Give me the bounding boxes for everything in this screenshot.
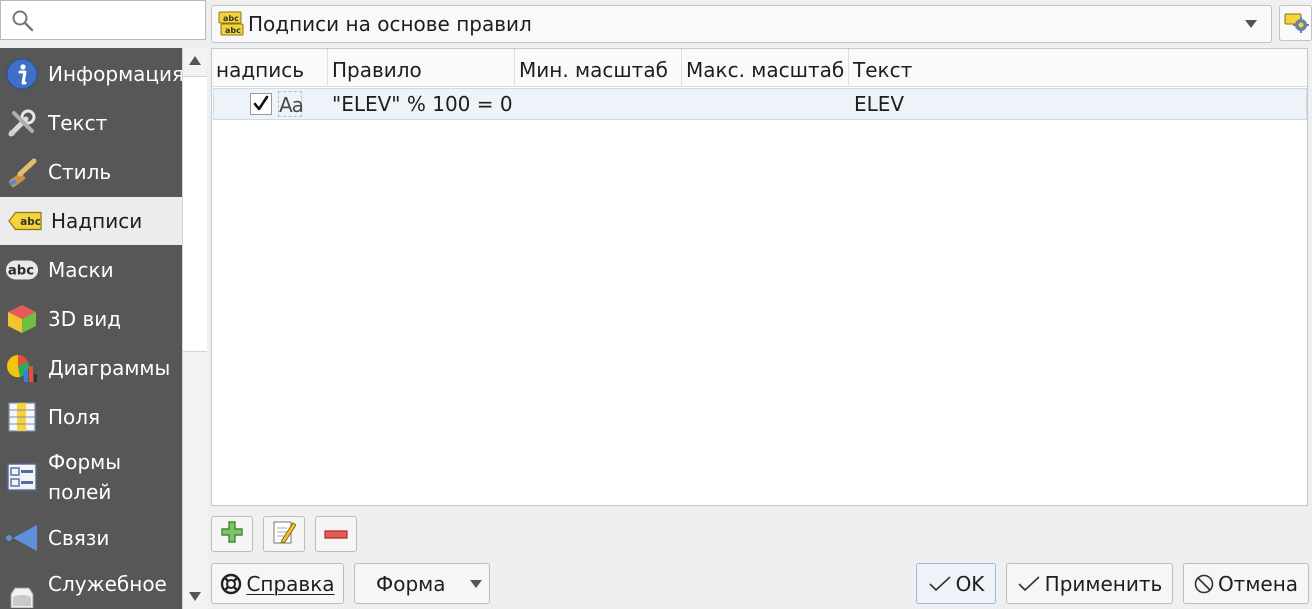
style-menu-combo[interactable]: Форма	[354, 563, 490, 604]
edit-rule-button[interactable]	[263, 516, 305, 552]
sidebar-scrollbar[interactable]	[182, 48, 207, 609]
column-header-label[interactable]: надпись	[212, 49, 328, 87]
apply-button[interactable]: Применить	[1006, 563, 1173, 604]
column-header-min-scale[interactable]: Мин. масштаб	[515, 49, 682, 87]
sidebar-item-label: Диаграммы	[48, 356, 171, 380]
label-preview: Aa	[278, 91, 304, 117]
sidebar: Информация Текст Стиль abc Надписи abc М…	[0, 48, 182, 609]
sidebar-item-label: Связи	[48, 526, 110, 550]
column-header-max-scale[interactable]: Макс. масштаб	[682, 49, 849, 87]
labeling-mode-value: Подписи на основе правил	[248, 12, 532, 36]
rule-enabled-checkbox[interactable]	[250, 93, 272, 115]
sidebar-item-label: Текст	[48, 111, 108, 135]
chevron-down-icon	[1245, 20, 1257, 28]
search-icon	[11, 9, 35, 33]
cube-3d-icon	[5, 302, 39, 336]
sidebar-item-masks[interactable]: abc Маски	[0, 246, 182, 294]
svg-text:abc: abc	[8, 264, 34, 279]
remove-rule-button[interactable]	[315, 516, 357, 552]
column-header-rule[interactable]: Правило	[328, 49, 515, 87]
sidebar-item-label: Формы	[48, 450, 122, 474]
edit-rule-icon	[272, 519, 297, 550]
sidebar-item-label: Служебное	[48, 572, 167, 596]
sidebar-item-joins[interactable]: Связи	[0, 514, 182, 562]
cancel-circle-icon	[1194, 574, 1214, 594]
checkmark-icon	[1017, 575, 1041, 593]
rule-based-labels-icon: abc abc	[217, 11, 245, 37]
cancel-button[interactable]: Отмена	[1183, 563, 1309, 604]
add-rule-icon	[220, 520, 244, 549]
scrollbar-thumb[interactable]	[183, 76, 207, 352]
svg-text:abc: abc	[20, 216, 41, 228]
rules-table[interactable]: надпись Правило Мин. масштаб Макс. масшт…	[211, 48, 1308, 506]
sidebar-item-label: Информация	[48, 62, 182, 86]
scroll-down-icon[interactable]	[189, 592, 201, 601]
sidebar-item-fields[interactable]: Поля	[0, 393, 182, 441]
add-rule-button[interactable]	[211, 516, 253, 552]
sidebar-item-label: Маски	[48, 258, 114, 282]
sidebar-item-style[interactable]: Стиль	[0, 148, 182, 196]
chevron-down-icon	[470, 580, 482, 588]
sidebar-item-auxiliary-storage[interactable]: Служебное	[0, 560, 182, 608]
info-icon	[5, 57, 39, 91]
attributes-form-icon	[5, 460, 39, 494]
help-lifebuoy-icon	[220, 573, 242, 595]
text-tools-icon	[5, 106, 39, 140]
help-button-label: Справка	[246, 571, 335, 596]
ok-button[interactable]: OK	[916, 563, 996, 604]
rule-expression: "ELEV" % 100 = 0	[332, 92, 513, 116]
table-row[interactable]: Aa "ELEV" % 100 = 0 ELEV	[213, 88, 1307, 120]
svg-text:abc: abc	[225, 26, 241, 35]
sidebar-item-text[interactable]: Текст	[0, 99, 182, 147]
sidebar-item-label: Надписи	[51, 209, 143, 233]
auxiliary-storage-icon	[5, 574, 39, 608]
fields-icon	[5, 400, 39, 434]
scroll-up-icon[interactable]	[189, 56, 201, 65]
sidebar-item-3d-view[interactable]: 3D вид	[0, 295, 182, 343]
style-menu-label: Форма	[376, 571, 446, 596]
sidebar-item-label-line2: полей	[48, 480, 112, 504]
style-settings-icon	[1283, 8, 1309, 39]
masks-abc-icon: abc	[5, 253, 39, 287]
apply-button-label: Применить	[1044, 571, 1163, 596]
column-header-text[interactable]: Текст	[849, 49, 1307, 87]
sidebar-item-diagrams[interactable]: Диаграммы	[0, 344, 182, 392]
paintbrush-icon	[5, 155, 39, 189]
sidebar-item-label: Стиль	[48, 160, 112, 184]
checkmark-icon	[928, 575, 952, 593]
diagrams-icon	[5, 351, 39, 385]
help-button[interactable]: Справка	[211, 563, 344, 604]
sidebar-item-label: 3D вид	[48, 307, 122, 331]
ok-button-label: OK	[955, 571, 985, 596]
table-header: надпись Правило Мин. масштаб Макс. масшт…	[212, 49, 1307, 87]
cancel-button-label: Отмена	[1217, 571, 1299, 596]
sidebar-item-information[interactable]: Информация	[0, 50, 182, 98]
sidebar-item-labels[interactable]: abc Надписи	[0, 197, 182, 245]
labeling-mode-combo[interactable]: abc abc Подписи на основе правил	[211, 5, 1272, 43]
label-text-value: ELEV	[854, 92, 905, 116]
labels-abc-icon: abc	[8, 204, 42, 238]
svg-text:abc: abc	[223, 14, 239, 23]
style-manager-button[interactable]	[1279, 5, 1312, 41]
search-input[interactable]	[0, 0, 206, 40]
sidebar-item-attributes-form[interactable]: Формы полей	[0, 442, 182, 512]
remove-rule-icon	[324, 522, 348, 546]
joins-icon	[5, 521, 39, 555]
sidebar-item-label: Поля	[48, 405, 101, 429]
